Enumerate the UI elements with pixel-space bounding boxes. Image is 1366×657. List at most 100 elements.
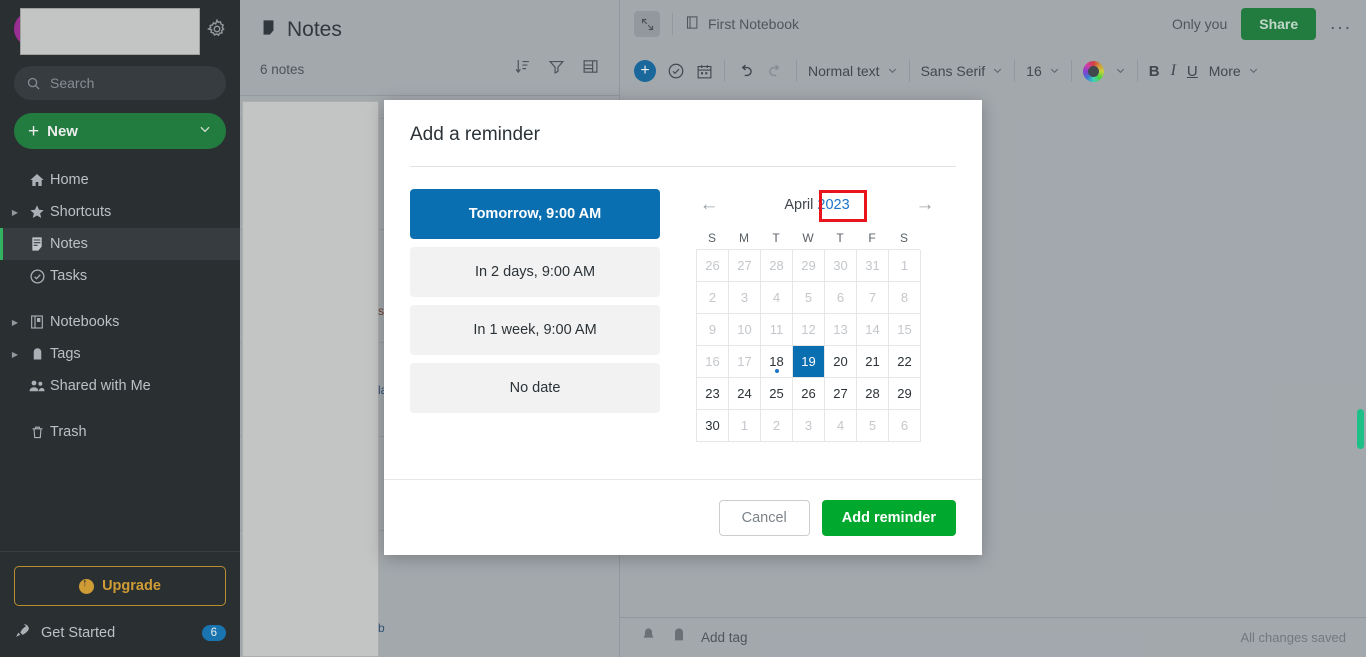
calendar-day-label: 11 [769, 322, 784, 337]
calendar-day-31[interactable]: 31 [857, 250, 889, 282]
calendar-day-12[interactable]: 12 [793, 314, 825, 346]
calendar-day-17[interactable]: 17 [729, 346, 761, 378]
calendar-day-9[interactable]: 9 [697, 314, 729, 346]
calendar-day-label: 28 [769, 258, 784, 273]
calendar-day-5[interactable]: 5 [857, 410, 889, 442]
calendar-day-label: 4 [836, 418, 845, 433]
calendar-day-28[interactable]: 28 [761, 250, 793, 282]
calendar-day-3[interactable]: 3 [729, 282, 761, 314]
calendar-day-15[interactable]: 15 [889, 314, 921, 346]
calendar-day-25[interactable]: 25 [761, 378, 793, 410]
calendar-day-label: 30 [705, 418, 720, 433]
calendar-month-label: April [784, 197, 814, 213]
calendar-day-10[interactable]: 10 [729, 314, 761, 346]
calendar: ← April 2023 → S M T W T F S 26272829 [696, 189, 938, 479]
calendar-day-label: 16 [705, 354, 720, 369]
quick-option-tomorrow[interactable]: Tomorrow, 9:00 AM [410, 189, 660, 239]
quick-option-in-1-week[interactable]: In 1 week, 9:00 AM [410, 305, 660, 355]
add-reminder-button[interactable]: Add reminder [821, 499, 956, 536]
calendar-day-11[interactable]: 11 [761, 314, 793, 346]
calendar-day-2[interactable]: 2 [697, 282, 729, 314]
day-header: W [802, 231, 814, 245]
calendar-day-label: 19 [801, 354, 816, 369]
calendar-day-label: 27 [737, 258, 752, 273]
calendar-day-label: 6 [900, 418, 909, 433]
calendar-day-24[interactable]: 24 [729, 378, 761, 410]
dialog-title: Add a reminder [410, 124, 540, 145]
calendar-day-16[interactable]: 16 [697, 346, 729, 378]
app-window: Search + New Home ▶ Shortcuts Notes Task… [0, 0, 1366, 657]
calendar-year-label[interactable]: 2023 [817, 197, 849, 213]
calendar-day-label: 14 [865, 322, 880, 337]
calendar-day-26[interactable]: 26 [793, 378, 825, 410]
calendar-day-label: 2 [708, 290, 717, 305]
calendar-day-1[interactable]: 1 [729, 410, 761, 442]
calendar-month-year: April 2023 [696, 197, 938, 213]
calendar-day-label: 29 [801, 258, 816, 273]
reminder-dot-indicator [774, 369, 779, 373]
calendar-day-label: 1 [740, 418, 749, 433]
add-reminder-dialog: Add a reminder Tomorrow, 9:00 AM In 2 da… [384, 100, 982, 555]
calendar-day-label: 31 [865, 258, 880, 273]
calendar-day-label: 15 [897, 322, 912, 337]
dialog-footer: Cancel Add reminder [384, 479, 982, 555]
day-header: S [899, 231, 908, 245]
calendar-grid: 26 27 28 29 30 31 1 2 3 4 5 6 7 8 9 10 11 12 13 14 15 16 17 18 1… [696, 249, 921, 442]
calendar-day-8[interactable]: 8 [889, 282, 921, 314]
calendar-day-label: 30 [833, 258, 848, 273]
calendar-day-29[interactable]: 29 [889, 378, 921, 410]
calendar-day-7[interactable]: 7 [857, 282, 889, 314]
calendar-day-label: 26 [801, 386, 816, 401]
calendar-day-20[interactable]: 20 [825, 346, 857, 378]
calendar-day-22[interactable]: 22 [889, 346, 921, 378]
calendar-header: ← April 2023 → [696, 189, 938, 221]
calendar-day-1[interactable]: 1 [889, 250, 921, 282]
prev-month-arrow-icon[interactable]: ← [696, 194, 722, 216]
calendar-day-14[interactable]: 14 [857, 314, 889, 346]
calendar-day-6[interactable]: 6 [889, 410, 921, 442]
dialog-body: Tomorrow, 9:00 AM In 2 days, 9:00 AM In … [384, 167, 982, 479]
calendar-day-4[interactable]: 4 [825, 410, 857, 442]
calendar-day-29[interactable]: 29 [793, 250, 825, 282]
calendar-day-label: 24 [737, 386, 752, 401]
calendar-day-19[interactable]: 19 [793, 346, 825, 378]
calendar-day-label: 22 [897, 354, 912, 369]
calendar-day-26[interactable]: 26 [697, 250, 729, 282]
calendar-day-28[interactable]: 28 [857, 378, 889, 410]
calendar-day-label: 2 [772, 418, 781, 433]
quick-option-no-date[interactable]: No date [410, 363, 660, 413]
day-header: T [772, 231, 780, 245]
calendar-day-18[interactable]: 18 [761, 346, 793, 378]
calendar-day-27[interactable]: 27 [825, 378, 857, 410]
day-header: S [707, 231, 716, 245]
calendar-day-label: 5 [804, 290, 813, 305]
quick-option-in-2-days[interactable]: In 2 days, 9:00 AM [410, 247, 660, 297]
day-header: T [836, 231, 844, 245]
calendar-day-headers: S M T W T F S [696, 227, 938, 249]
calendar-day-label: 20 [833, 354, 848, 369]
day-header: F [868, 231, 876, 245]
calendar-day-23[interactable]: 23 [697, 378, 729, 410]
next-month-arrow-icon[interactable]: → [912, 194, 938, 216]
calendar-day-label: 10 [737, 322, 752, 337]
calendar-day-label: 4 [772, 290, 781, 305]
calendar-day-label: 29 [897, 386, 912, 401]
calendar-day-13[interactable]: 13 [825, 314, 857, 346]
calendar-day-label: 26 [705, 258, 720, 273]
calendar-day-27[interactable]: 27 [729, 250, 761, 282]
calendar-day-6[interactable]: 6 [825, 282, 857, 314]
cancel-button[interactable]: Cancel [718, 499, 810, 536]
calendar-day-2[interactable]: 2 [761, 410, 793, 442]
calendar-day-21[interactable]: 21 [857, 346, 889, 378]
calendar-day-5[interactable]: 5 [793, 282, 825, 314]
calendar-day-30[interactable]: 30 [697, 410, 729, 442]
day-header: M [739, 231, 749, 245]
calendar-day-4[interactable]: 4 [761, 282, 793, 314]
calendar-day-3[interactable]: 3 [793, 410, 825, 442]
calendar-day-label: 3 [740, 290, 749, 305]
calendar-day-label: 9 [708, 322, 717, 337]
calendar-day-label: 3 [804, 418, 813, 433]
calendar-day-label: 17 [737, 354, 752, 369]
calendar-day-label: 7 [868, 290, 877, 305]
calendar-day-30[interactable]: 30 [825, 250, 857, 282]
